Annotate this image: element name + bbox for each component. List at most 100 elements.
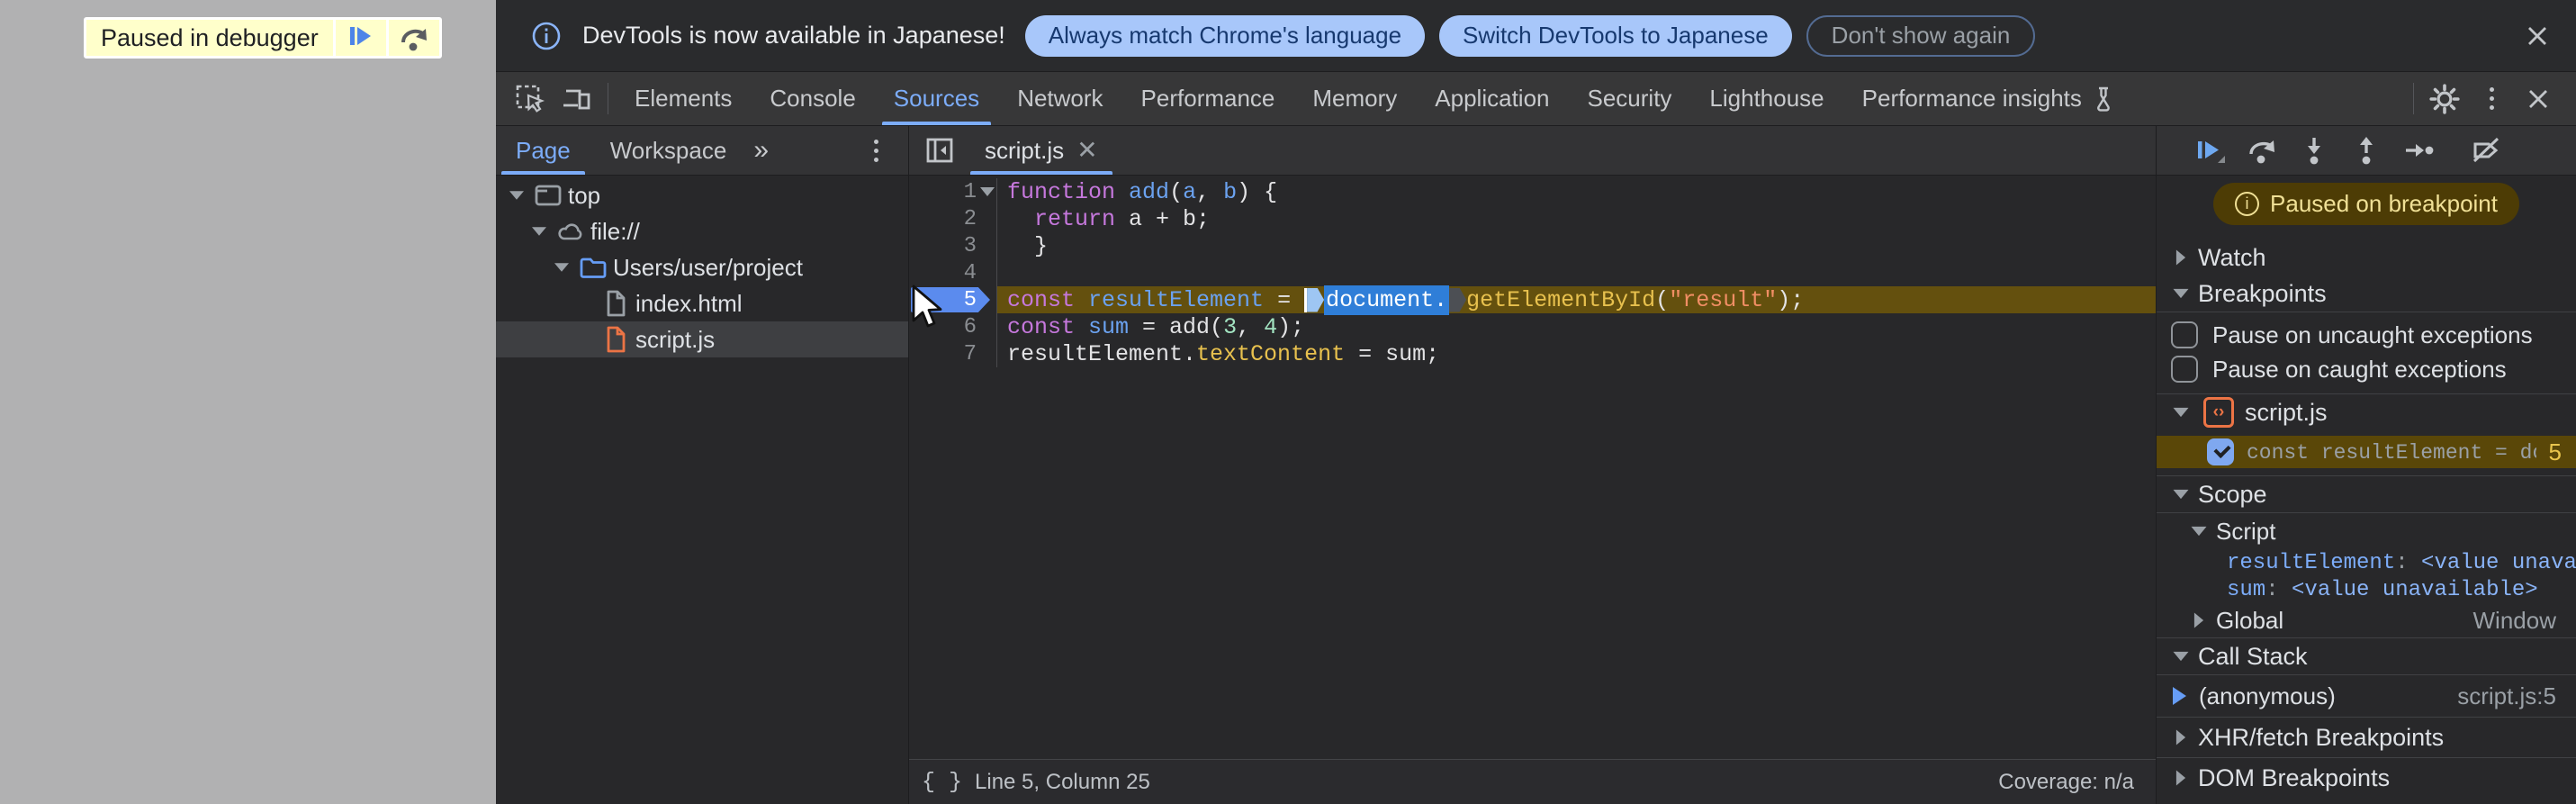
more-tabs-icon[interactable]: » xyxy=(746,135,776,166)
deactivate-breakpoints-button[interactable] xyxy=(2460,135,2512,166)
infobar-action-1[interactable]: Switch DevTools to Japanese xyxy=(1439,14,1792,57)
line-number-gutter[interactable]: 6 xyxy=(909,313,997,340)
infobar-action-2[interactable]: Don't show again xyxy=(1806,14,2036,57)
pause-option-1[interactable]: Pause on caught exceptions xyxy=(2157,352,2576,386)
cloud-icon xyxy=(558,223,582,240)
tree-item-script-js[interactable]: script.js xyxy=(496,321,908,357)
token: resultElement. xyxy=(1007,340,1197,367)
line-number-gutter[interactable]: 2 xyxy=(909,205,997,232)
pretty-print-icon[interactable]: { } xyxy=(922,769,962,795)
scope-variable-sum[interactable]: sum: <value unavailable> xyxy=(2157,576,2576,603)
settings-button[interactable] xyxy=(2421,72,2468,125)
panel-tab-application[interactable]: Application xyxy=(1416,72,1568,125)
close-devtools-button[interactable] xyxy=(2515,72,2562,125)
token: ); xyxy=(1277,313,1305,340)
section-breakpoints[interactable]: Breakpoints xyxy=(2157,276,2576,312)
checkbox[interactable] xyxy=(2171,356,2198,383)
line-number-gutter[interactable]: 1 xyxy=(909,178,997,205)
panel-tab-console[interactable]: Console xyxy=(751,72,874,125)
pause-option-0[interactable]: Pause on uncaught exceptions xyxy=(2157,318,2576,352)
panel-tab-performance[interactable]: Performance xyxy=(1122,72,1294,125)
panel-tab-lighthouse[interactable]: Lighthouse xyxy=(1690,72,1842,125)
editor-tab-scriptjs[interactable]: script.js ✕ xyxy=(967,126,1116,175)
code-line-4[interactable]: 4 xyxy=(909,259,2156,286)
breakpoint-entry[interactable]: const resultElement = doc⋯ 5 xyxy=(2157,436,2576,468)
pause-option-label: Pause on caught exceptions xyxy=(2212,355,2507,383)
line-number-gutter[interactable]: 3 xyxy=(909,232,997,259)
resume-script-button[interactable] xyxy=(335,20,386,56)
paused-on-breakpoint-badge: i Paused on breakpoint xyxy=(2213,183,2519,225)
resume-button[interactable] xyxy=(2184,134,2236,167)
variable-name: sum xyxy=(2227,577,2266,602)
step-into-button[interactable] xyxy=(2288,135,2340,166)
panel-tab-elements[interactable]: Elements xyxy=(616,72,751,125)
token: document. xyxy=(1324,285,1450,315)
more-options-button[interactable] xyxy=(2468,72,2515,125)
tree-item-users-user-project[interactable]: Users/user/project xyxy=(496,249,908,285)
fold-arrow-icon[interactable] xyxy=(980,187,995,196)
inspect-element-button[interactable] xyxy=(507,72,554,125)
tab-page[interactable]: Page xyxy=(496,126,590,175)
breakpoint-file-group[interactable]: ‹› script.js xyxy=(2157,394,2576,430)
code-editor[interactable]: 1 function add(a, b) {2 return a + b; 3 } 4… xyxy=(909,176,2156,759)
line-number-gutter[interactable]: 7 xyxy=(909,340,997,367)
token: a xyxy=(1183,178,1197,205)
editor-tab-label: script.js xyxy=(985,136,1065,164)
tree-item-index-html[interactable]: index.html xyxy=(496,285,908,321)
scope-script-group[interactable]: Script xyxy=(2157,513,2576,549)
infobar-close-icon[interactable] xyxy=(2524,23,2551,50)
language-infobar: DevTools is now available in Japanese! A… xyxy=(496,0,2576,72)
scope-global-group[interactable]: Global Window xyxy=(2157,603,2576,637)
code-line-7[interactable]: 7 resultElement. textContent = sum; xyxy=(909,340,2156,367)
checkbox[interactable] xyxy=(2171,321,2198,348)
panel-tab-performance-insights[interactable]: Performance insights xyxy=(1843,72,2135,125)
code-line-2[interactable]: 2 return a + b; xyxy=(909,205,2156,232)
tab-workspace[interactable]: Workspace xyxy=(590,126,747,175)
tab-close-icon[interactable]: ✕ xyxy=(1076,138,1097,163)
section-scope[interactable]: Scope xyxy=(2157,476,2576,512)
panel-tab-sources[interactable]: Sources xyxy=(875,72,998,125)
panel-tab-label: Elements xyxy=(635,85,733,112)
continue-to-marker-icon[interactable] xyxy=(1449,287,1467,312)
panel-tab-network[interactable]: Network xyxy=(998,72,1121,125)
scope-variable-resultElement[interactable]: resultElement: <value unavailable> xyxy=(2157,549,2576,576)
continue-to-marker-icon[interactable] xyxy=(1307,287,1325,312)
file-tree: top file:// Users/user/project index.html sc… xyxy=(496,176,908,357)
panel-tab-security[interactable]: Security xyxy=(1569,72,1691,125)
code-line-5[interactable]: 5 const resultElement = document. getEleme… xyxy=(909,285,2156,315)
tree-item-label: file:// xyxy=(590,217,640,245)
tree-item-top[interactable]: top xyxy=(496,177,908,213)
section-call-stack[interactable]: Call Stack xyxy=(2157,638,2576,674)
breakpoint-checkbox[interactable] xyxy=(2207,438,2234,465)
panel-tab-memory[interactable]: Memory xyxy=(1293,72,1416,125)
panel-tab-label: Network xyxy=(1017,85,1103,112)
section-xhr-breakpoints[interactable]: XHR/fetch Breakpoints xyxy=(2157,718,2576,757)
frame-icon xyxy=(535,185,562,206)
call-stack-frame[interactable]: (anonymous) script.js:5 xyxy=(2157,675,2576,717)
sources-navigator-pane: Page Workspace » top file:// Users/user/pr… xyxy=(496,126,908,804)
tree-item-file-[interactable]: file:// xyxy=(496,213,908,249)
step-button[interactable] xyxy=(2392,135,2445,166)
cursor-position: Line 5, Column 25 xyxy=(975,769,1150,794)
step-over-button[interactable] xyxy=(388,20,439,56)
panel-tab-label: Console xyxy=(770,85,856,112)
step-out-button[interactable] xyxy=(2340,135,2392,166)
section-dom-breakpoints[interactable]: DOM Breakpoints xyxy=(2157,758,2576,798)
token: getElementById xyxy=(1466,286,1656,313)
code-line-3[interactable]: 3 } xyxy=(909,232,2156,259)
infobar-action-0[interactable]: Always match Chrome's language xyxy=(1024,14,1426,57)
section-watch[interactable]: Watch xyxy=(2157,239,2576,276)
global-type: Window xyxy=(2472,606,2556,634)
code-line-1[interactable]: 1 function add(a, b) { xyxy=(909,178,2156,205)
flask-icon xyxy=(2096,86,2110,112)
line-number-gutter[interactable]: 4 xyxy=(909,259,997,286)
code-text: resultElement. textContent = sum; xyxy=(997,340,2156,367)
breakpoint-marker[interactable]: 5 xyxy=(909,286,997,313)
toggle-device-toolbar-button[interactable] xyxy=(554,72,600,125)
navigator-menu-button[interactable] xyxy=(856,139,896,162)
step-over-button[interactable] xyxy=(2236,135,2288,166)
toolbar-right xyxy=(2406,72,2576,125)
code-line-6[interactable]: 6 const sum = add(3, 4); xyxy=(909,313,2156,340)
variable-value: <value unavailable> xyxy=(2421,550,2576,575)
toggle-navigator-button[interactable] xyxy=(916,135,963,166)
